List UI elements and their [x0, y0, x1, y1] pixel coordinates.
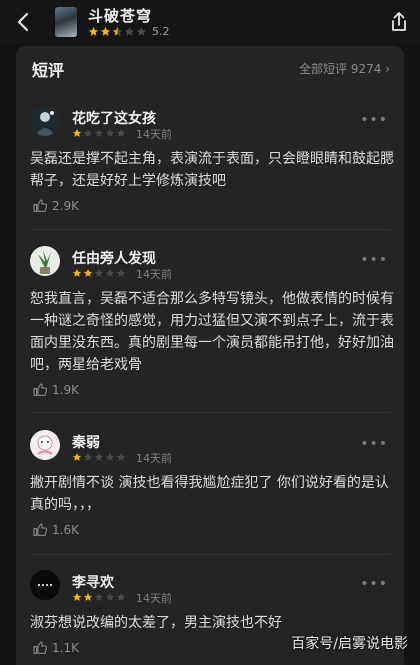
all-reviews-label: 全部短评 9274	[299, 62, 382, 76]
avatar[interactable]	[30, 106, 60, 136]
comment-text: 吴磊还是撑不起主角，表演流于表面，只会瞪眼睛和鼓起腮帮子，还是好好上学修炼演技吧	[30, 151, 394, 189]
thumbs-up-icon	[33, 199, 48, 212]
star-icon	[136, 26, 147, 36]
comment-time: 14天前	[136, 268, 172, 281]
movie-rating-score: 5.2	[152, 25, 170, 38]
comment-text: 撇开剧情不谈 演技也看得我尴尬症犯了 你们说好看的是认真的吗，，，	[30, 475, 389, 513]
username[interactable]: 秦弱	[72, 432, 100, 452]
more-options-icon[interactable]: •••	[360, 112, 388, 128]
star-icon	[72, 592, 82, 601]
more-options-icon[interactable]: •••	[360, 436, 388, 452]
comment-text: 淑芬想说改编的太差了，男主演技也不好	[30, 615, 282, 631]
user-rating-stars	[72, 592, 126, 602]
avatar[interactable]	[30, 570, 60, 600]
movie-rating-stars	[88, 26, 147, 37]
half-star-icon	[112, 26, 123, 36]
username[interactable]: 任由旁人发现	[72, 248, 156, 268]
star-icon	[94, 128, 104, 137]
divider	[30, 412, 390, 413]
star-icon	[105, 128, 115, 137]
star-icon	[88, 26, 99, 36]
avatar[interactable]	[30, 430, 60, 460]
user-rating-stars	[72, 128, 126, 138]
star-icon	[105, 452, 115, 461]
comment-time: 14天前	[136, 128, 172, 141]
star-icon	[116, 592, 126, 601]
like-button[interactable]: 2.9K	[32, 198, 79, 214]
thumbs-up-icon	[33, 523, 48, 536]
star-icon	[116, 128, 126, 137]
short-reviews-card: 短评 全部短评 9274 › 花吃了这女孩 14天前 ••• 吴磊还是撑不起主角…	[16, 46, 404, 665]
star-icon	[83, 128, 93, 137]
like-count: 1.1K	[52, 641, 79, 655]
chevron-right-icon: ›	[385, 62, 390, 76]
thumbs-up-icon	[33, 641, 48, 654]
like-count: 1.9K	[52, 383, 79, 397]
user-rating-stars	[72, 452, 126, 462]
thumbs-up-icon	[33, 383, 48, 396]
star-icon	[94, 452, 104, 461]
section-title: 短评	[32, 61, 65, 80]
username[interactable]: 李寻欢	[72, 572, 114, 592]
share-icon[interactable]	[388, 10, 410, 34]
more-options-icon[interactable]: •••	[360, 576, 388, 592]
star-icon	[105, 268, 115, 277]
movie-poster-thumbnail[interactable]	[55, 7, 77, 37]
star-icon	[72, 452, 82, 461]
star-icon	[105, 592, 115, 601]
star-icon	[116, 452, 126, 461]
star-icon	[94, 592, 104, 601]
like-button[interactable]: 1.1K	[32, 640, 79, 656]
star-icon	[72, 128, 82, 137]
comment-time: 14天前	[136, 592, 172, 605]
username[interactable]: 花吃了这女孩	[72, 108, 156, 128]
comment-text: 恕我直言，吴磊不适合那么多特写镜头，他做表情的时候有一种谜之奇怪的感觉，用力过猛…	[30, 291, 394, 373]
avatar[interactable]	[30, 246, 60, 276]
divider	[30, 554, 390, 555]
comment-time: 14天前	[136, 452, 172, 465]
star-icon	[116, 268, 126, 277]
like-count: 2.9K	[52, 199, 79, 213]
star-icon	[100, 26, 111, 36]
like-button[interactable]: 1.6K	[32, 522, 79, 538]
divider	[30, 229, 390, 230]
star-icon	[72, 268, 82, 277]
star-icon	[94, 268, 104, 277]
top-bar: 斗破苍穹 5.2	[0, 0, 420, 44]
star-icon	[83, 592, 93, 601]
user-rating-stars	[72, 268, 126, 278]
watermark: 百家号/启雾说电影	[291, 636, 408, 652]
movie-title: 斗破苍穹	[88, 7, 153, 25]
back-arrow-icon[interactable]	[12, 8, 36, 36]
more-options-icon[interactable]: •••	[360, 252, 388, 268]
like-count: 1.6K	[52, 523, 79, 537]
star-icon	[83, 268, 93, 277]
all-reviews-link[interactable]: 全部短评 9274 ›	[299, 60, 390, 77]
star-icon	[83, 452, 93, 461]
star-icon	[124, 26, 135, 36]
like-button[interactable]: 1.9K	[32, 382, 79, 398]
